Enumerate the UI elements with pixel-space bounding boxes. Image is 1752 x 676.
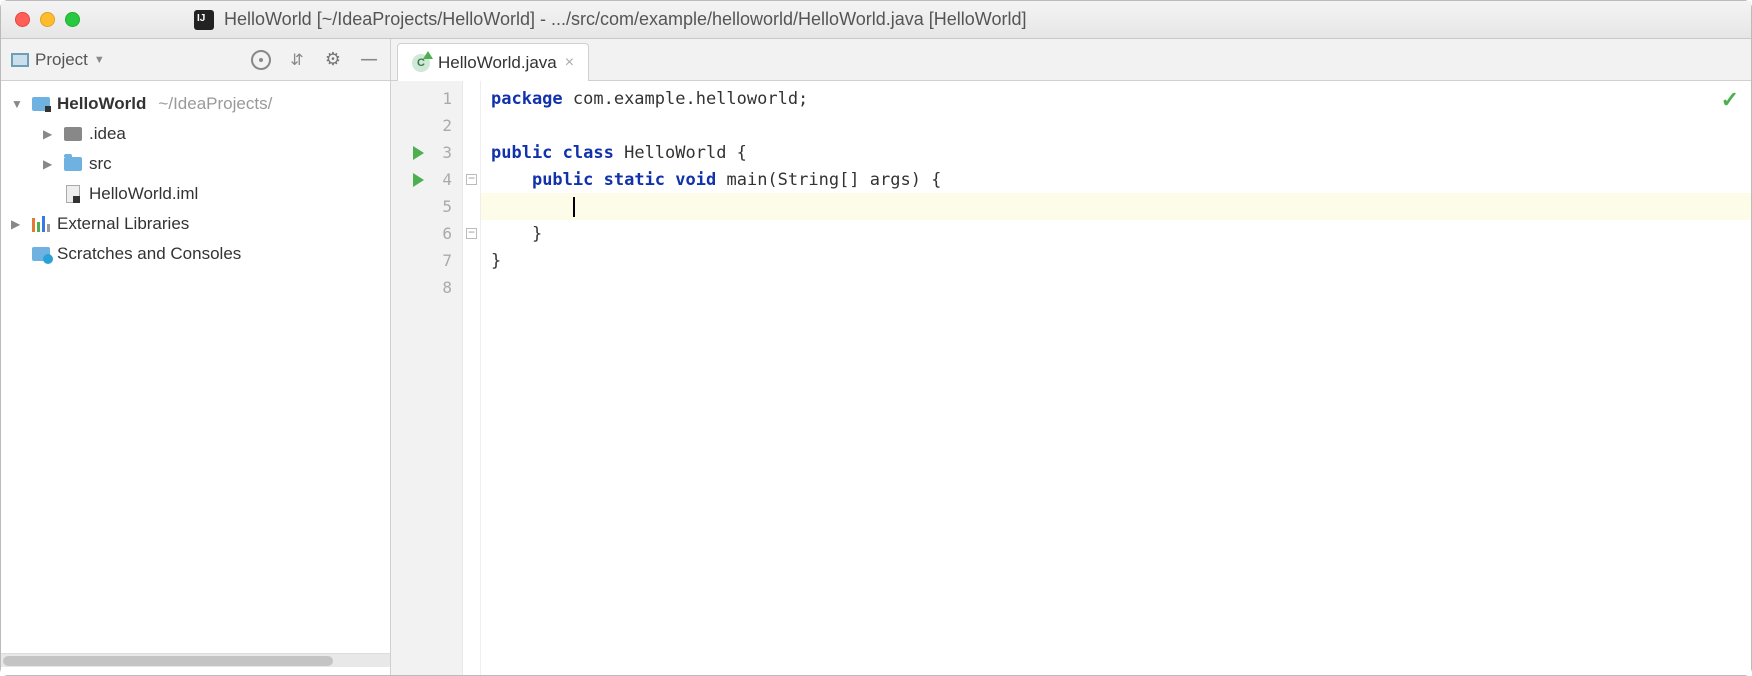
tree-node-label: HelloWorld.iml [89, 184, 198, 204]
project-tool-header: Project ▼ [1, 39, 391, 80]
fold-gutter[interactable] [463, 81, 481, 675]
iml-file-icon [66, 185, 80, 203]
project-sidebar: HelloWorld ~/IdeaProjects/ .idea src Hel… [1, 81, 391, 675]
editor-tabs: C HelloWorld.java × [391, 39, 1751, 80]
code-line[interactable]: } [481, 220, 1751, 247]
code-line[interactable] [481, 112, 1751, 139]
line-number[interactable]: 7 [432, 251, 452, 270]
project-tree[interactable]: HelloWorld ~/IdeaProjects/ .idea src Hel… [1, 89, 390, 653]
code-line-active[interactable] [481, 193, 1751, 220]
titlebar: HelloWorld [~/IdeaProjects/HelloWorld] -… [1, 1, 1751, 39]
scratches-icon [32, 247, 50, 261]
tree-node-label: External Libraries [57, 214, 189, 234]
fold-toggle-icon[interactable] [466, 174, 477, 185]
libraries-icon [32, 216, 50, 232]
window-title: HelloWorld [~/IdeaProjects/HelloWorld] -… [224, 9, 1026, 30]
code-line[interactable]: public class HelloWorld { [481, 139, 1751, 166]
code-editor[interactable]: ✓ 1 2 3 4 5 6 7 8 package com.example.he… [391, 81, 1751, 675]
expand-collapse-button[interactable] [286, 49, 308, 71]
expand-arrow-icon[interactable] [11, 217, 25, 231]
tree-root-helloworld[interactable]: HelloWorld ~/IdeaProjects/ [1, 89, 390, 119]
code-line[interactable]: } [481, 247, 1751, 274]
line-number[interactable]: 3 [432, 143, 452, 162]
scrollbar-thumb[interactable] [3, 656, 333, 666]
tree-node-scratches[interactable]: Scratches and Consoles [1, 239, 390, 269]
expand-arrow-icon[interactable] [11, 97, 25, 111]
line-number[interactable]: 2 [432, 116, 452, 135]
close-tab-button[interactable]: × [565, 54, 574, 72]
java-file-icon: C [412, 54, 430, 72]
tree-node-external-libraries[interactable]: External Libraries [1, 209, 390, 239]
tree-root-path: ~/IdeaProjects/ [158, 94, 272, 114]
tree-node-label: .idea [89, 124, 126, 144]
project-tool-label[interactable]: Project ▼ [11, 50, 105, 70]
settings-button[interactable] [322, 49, 344, 71]
line-number[interactable]: 4 [432, 170, 452, 189]
app-icon [194, 10, 214, 30]
source-folder-icon [64, 157, 82, 171]
line-number[interactable]: 1 [432, 89, 452, 108]
folder-icon [64, 127, 82, 141]
fold-toggle-icon[interactable] [466, 228, 477, 239]
run-gutter-icon[interactable] [413, 173, 424, 187]
hide-tool-window-button[interactable] [358, 49, 380, 71]
code-area[interactable]: package com.example.helloworld; public c… [481, 81, 1751, 675]
line-number[interactable]: 8 [432, 278, 452, 297]
tab-helloworld[interactable]: C HelloWorld.java × [397, 43, 589, 81]
maximize-window-button[interactable] [65, 12, 80, 27]
chevron-down-icon: ▼ [94, 54, 105, 66]
window-controls [15, 12, 80, 27]
expand-arrow-icon[interactable] [43, 127, 57, 141]
tree-node-src[interactable]: src [1, 149, 390, 179]
line-number[interactable]: 5 [432, 197, 452, 216]
main-area: HelloWorld ~/IdeaProjects/ .idea src Hel… [1, 81, 1751, 675]
tab-label: HelloWorld.java [438, 53, 557, 73]
line-number[interactable]: 6 [432, 224, 452, 243]
tree-node-idea[interactable]: .idea [1, 119, 390, 149]
expand-arrow-icon[interactable] [43, 157, 57, 171]
close-window-button[interactable] [15, 12, 30, 27]
select-opened-file-button[interactable] [250, 49, 272, 71]
tree-root-label: HelloWorld [57, 94, 146, 114]
horizontal-scrollbar[interactable] [1, 653, 390, 667]
toolbar: Project ▼ C HelloWorld.java × [1, 39, 1751, 81]
run-gutter-icon[interactable] [413, 146, 424, 160]
line-gutter[interactable]: 1 2 3 4 5 6 7 8 [391, 81, 463, 675]
tree-node-iml[interactable]: HelloWorld.iml [1, 179, 390, 209]
project-icon [11, 53, 29, 67]
code-line[interactable] [481, 274, 1751, 301]
tree-node-label: src [89, 154, 112, 174]
text-cursor [573, 197, 575, 217]
project-tool-text: Project [35, 50, 88, 70]
module-folder-icon [32, 97, 50, 111]
minimize-window-button[interactable] [40, 12, 55, 27]
tree-node-label: Scratches and Consoles [57, 244, 241, 264]
code-line[interactable]: package com.example.helloworld; [481, 85, 1751, 112]
code-line[interactable]: public static void main(String[] args) { [481, 166, 1751, 193]
